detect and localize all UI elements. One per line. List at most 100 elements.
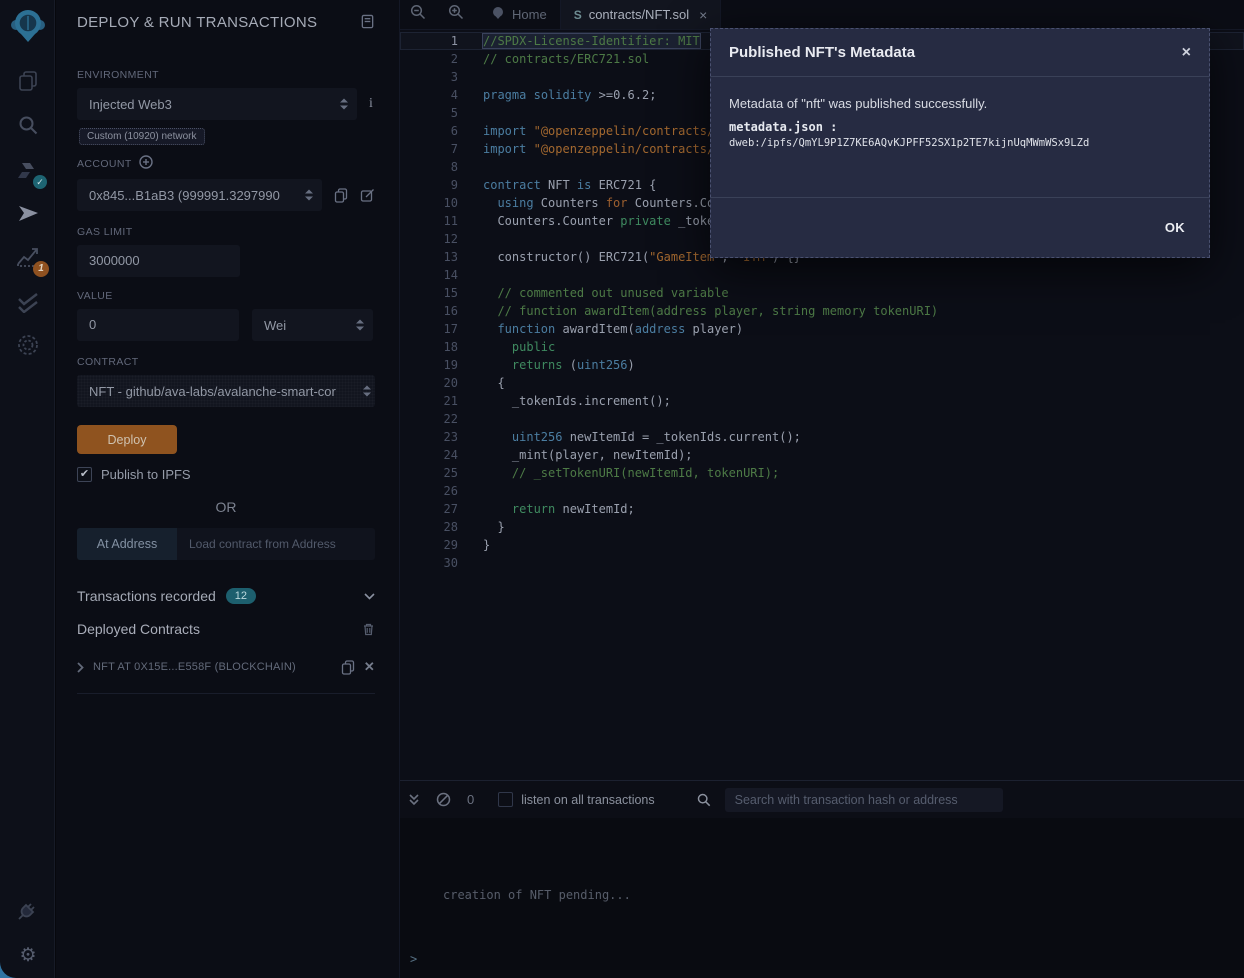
line-number: 22 [400,410,458,428]
deployed-contract-label: NFT AT 0X15E...E558F (BLOCKCHAIN) [93,661,296,673]
trash-icon[interactable] [362,622,375,636]
settings-gear-icon[interactable]: ⚙ [13,940,43,970]
deploy-run-panel: DEPLOY & RUN TRANSACTIONS ENVIRONMENT In… [56,0,400,978]
tab-home[interactable]: Home [478,0,561,29]
line-number: 19 [400,356,458,374]
modal-filename: metadata.json : [729,120,1191,134]
listen-transactions-label: listen on all transactions [521,793,654,807]
line-number: 21 [400,392,458,410]
environment-value: Injected Web3 [89,97,172,112]
account-select[interactable]: 0x845...B1aB3 (999991.3297990 [77,179,322,211]
zoom-out-icon[interactable] [410,4,426,25]
chevron-down-icon[interactable] [364,593,375,600]
code-line: 29} [400,536,1244,554]
value-unit-select[interactable]: Wei [252,309,373,341]
copy-account-icon[interactable] [334,188,348,203]
account-label: ACCOUNT [77,155,375,172]
line-number: 13 [400,248,458,266]
pending-tx-count: 0 [467,792,474,807]
contract-select[interactable]: NFT - github/ava-labs/avalanche-smart-co… [77,375,375,407]
code-line: 28 } [400,518,1244,536]
code-line: 26 [400,482,1244,500]
at-address-input[interactable] [177,528,375,560]
copy-address-icon[interactable] [341,660,355,675]
unit-testing-icon[interactable] [13,285,43,315]
value-label: VALUE [77,290,375,302]
line-number: 26 [400,482,458,500]
code-line: 30 [400,554,1244,572]
remix-home-icon [491,6,505,23]
transactions-count-badge: 12 [226,588,256,604]
line-number: 8 [400,158,458,176]
gas-limit-input[interactable] [77,245,240,277]
panel-title: DEPLOY & RUN TRANSACTIONS [77,14,317,31]
code-line: 27 return newItemId; [400,500,1244,518]
remix-ide-window: ✓ 1 [0,0,1244,978]
line-number: 6 [400,122,458,140]
tab-contracts-nft-sol[interactable]: S contracts/NFT.sol × [561,0,722,29]
terminal-output[interactable]: creation of NFT pending... > [400,818,1244,978]
line-number: 14 [400,266,458,284]
code-line: 21 _tokenIds.increment(); [400,392,1244,410]
line-number: 29 [400,536,458,554]
documentation-icon[interactable] [360,14,375,29]
terminal-toolbar: 0 listen on all transactions [400,780,1244,818]
line-number: 17 [400,320,458,338]
modal-title: Published NFT's Metadata [729,44,915,61]
chevron-right-icon[interactable] [77,662,84,673]
terminal-panel: 0 listen on all transactions creation of… [400,780,1244,978]
listen-transactions-checkbox[interactable] [498,792,513,807]
code-line: 24 _mint(player, newItemId); [400,446,1244,464]
line-number: 20 [400,374,458,392]
code-line: 14 [400,266,1244,284]
value-input[interactable] [77,309,239,341]
line-number: 15 [400,284,458,302]
line-number: 9 [400,176,458,194]
line-number: 7 [400,140,458,158]
line-number: 23 [400,428,458,446]
line-number: 5 [400,104,458,122]
file-explorer-icon[interactable] [13,66,43,96]
line-number: 2 [400,50,458,68]
code-line: 23 uint256 newItemId = _tokenIds.current… [400,428,1244,446]
line-number: 4 [400,86,458,104]
clear-console-icon[interactable] [436,792,451,807]
stepper-arrows-icon [340,99,348,110]
deploy-button[interactable]: Deploy [77,425,177,454]
modal-close-icon[interactable]: × [1182,44,1191,62]
at-address-button[interactable]: At Address [77,528,177,560]
search-icon[interactable] [13,110,43,140]
zoom-in-icon[interactable] [448,4,464,25]
value-unit: Wei [264,318,286,333]
code-line: 19 returns (uint256) [400,356,1244,374]
terminal-search-icon [697,793,711,807]
analytics-icon[interactable]: 1 [13,242,43,272]
environment-label: ENVIRONMENT [77,69,375,81]
code-line: 18 public [400,338,1244,356]
solidity-compiler-icon[interactable]: ✓ [13,156,43,186]
ok-button[interactable]: OK [1165,220,1185,235]
publish-ipfs-checkbox[interactable]: ✔ [77,467,92,482]
transactions-recorded-label: Transactions recorded [77,588,216,604]
edit-account-icon[interactable] [360,188,375,203]
close-tab-icon[interactable]: × [699,7,707,23]
code-line: 22 [400,410,1244,428]
remix-logo-icon[interactable] [9,6,47,44]
plugin-manager-icon[interactable] [13,895,43,925]
tab-bar: Home S contracts/NFT.sol × [400,0,1244,30]
collapse-terminal-icon[interactable] [408,793,420,807]
deployed-contract-row[interactable]: NFT AT 0X15E...E558F (BLOCKCHAIN) ✕ [77,659,375,675]
line-number: 30 [400,554,458,572]
modal-message: Metadata of "nft" was published successf… [729,96,1191,111]
add-account-icon[interactable] [139,155,153,172]
environment-select[interactable]: Injected Web3 [77,88,357,120]
line-number: 16 [400,302,458,320]
debugger-icon[interactable] [13,330,43,360]
info-icon[interactable]: i [369,96,373,112]
remove-contract-icon[interactable]: ✕ [364,659,375,675]
deploy-and-run-icon[interactable] [13,198,43,228]
line-number: 28 [400,518,458,536]
stepper-arrows-icon [305,190,313,201]
network-badge: Custom (10920) network [79,128,205,145]
terminal-search-input[interactable] [725,788,1003,812]
